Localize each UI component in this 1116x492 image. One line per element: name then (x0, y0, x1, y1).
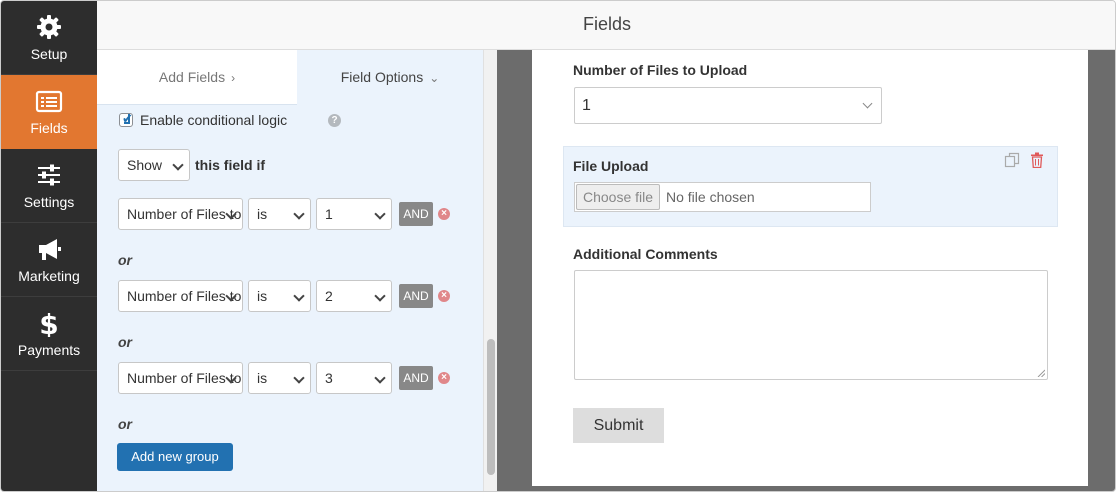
page-title: Fields (582, 14, 631, 34)
rule-operator-select[interactable]: is (248, 198, 311, 230)
trash-icon[interactable] (1030, 152, 1044, 168)
sidebar-item-fields[interactable]: Fields (1, 75, 97, 149)
panel-tabs: Add Fields › Field Options ⌄ (97, 50, 483, 105)
sidebar-item-label: Settings (23, 194, 75, 210)
file-upload-label: File Upload (573, 158, 649, 174)
rule-operator-select[interactable]: is (248, 280, 311, 312)
or-label: or (118, 416, 132, 432)
rule-value-select[interactable]: 2 (316, 280, 392, 312)
chevron-down-icon: ⌄ (429, 71, 440, 85)
header-bar: Fields (97, 1, 1115, 50)
svg-text:$: $ (39, 309, 58, 337)
checkbox-label: Enable conditional logic (140, 112, 288, 128)
builder-sidebar: Setup Fields Settings Marketing $ Paymen… (1, 1, 97, 491)
file-input[interactable]: Choose file No file chosen (574, 182, 871, 212)
field-options-panel: Add Fields › Field Options ⌄ ✔ Enable cond… (97, 50, 483, 491)
add-new-group-button[interactable]: Add new group (117, 443, 233, 471)
comments-textarea[interactable] (574, 270, 1048, 380)
sidebar-item-marketing[interactable]: Marketing (1, 223, 97, 297)
condition-suffix: this field if (195, 157, 265, 173)
and-button[interactable]: AND (399, 284, 433, 308)
rule-field-select[interactable]: Number of Files to Upload (118, 280, 243, 312)
submit-button[interactable]: Submit (573, 408, 664, 443)
remove-rule-icon[interactable]: × (438, 372, 450, 384)
tab-label: Add Fields (158, 69, 226, 85)
megaphone-icon (39, 239, 61, 260)
scrollbar-thumb[interactable] (487, 339, 495, 475)
number-files-select[interactable]: 1 (574, 87, 882, 124)
remove-rule-icon[interactable]: × (438, 290, 450, 302)
and-button[interactable]: AND (399, 202, 433, 226)
sidebar-item-label: Marketing (18, 268, 80, 284)
list-icon (35, 90, 63, 113)
choose-file-button[interactable]: Choose file (576, 184, 660, 210)
show-hide-select[interactable]: Show (118, 149, 190, 181)
dollar-icon: $ (39, 309, 58, 337)
rule-operator-select[interactable]: is (248, 362, 311, 394)
comments-label: Additional Comments (573, 246, 718, 262)
rule-field-select[interactable]: Number of Files to Upload (118, 362, 243, 394)
panel-scrollbar[interactable] (483, 50, 497, 491)
resize-handle-icon[interactable] (1037, 369, 1045, 377)
rule-value-select[interactable]: 1 (316, 198, 392, 230)
chevron-down-icon (862, 98, 873, 109)
sidebar-item-settings[interactable]: Settings (1, 149, 97, 223)
sidebar-item-label: Payments (17, 342, 81, 358)
number-files-label: Number of Files to Upload (573, 62, 748, 78)
form-builder-window: Setup Fields Settings Marketing $ Paymen… (0, 0, 1116, 492)
select-value: 1 (582, 97, 591, 114)
checkbox[interactable]: ✔ (119, 111, 133, 127)
sliders-icon (38, 164, 60, 186)
tab-add-fields[interactable]: Add Fields › (97, 50, 297, 105)
help-icon[interactable]: ? (328, 114, 341, 127)
tab-label: Field Options (340, 69, 424, 85)
checkmark-icon: ✔ (122, 111, 133, 126)
rule-value-select[interactable]: 3 (316, 362, 392, 394)
remove-rule-icon[interactable]: × (438, 208, 450, 220)
sidebar-item-payments[interactable]: $ Payments (1, 297, 97, 371)
or-label: or (118, 334, 132, 350)
file-status: No file chosen (666, 189, 755, 205)
sidebar-item-label: Fields (30, 120, 68, 136)
and-button[interactable]: AND (399, 366, 433, 390)
sidebar-item-setup[interactable]: Setup (1, 1, 97, 75)
or-label: or (118, 252, 132, 268)
gear-icon (37, 15, 61, 39)
sidebar-item-label: Setup (30, 46, 68, 62)
rule-field-select[interactable]: Number of Files to Upload (118, 198, 243, 230)
tab-field-options[interactable]: Field Options ⌄ (297, 50, 483, 105)
duplicate-icon[interactable] (1004, 152, 1020, 168)
chevron-right-icon: › (231, 71, 236, 85)
